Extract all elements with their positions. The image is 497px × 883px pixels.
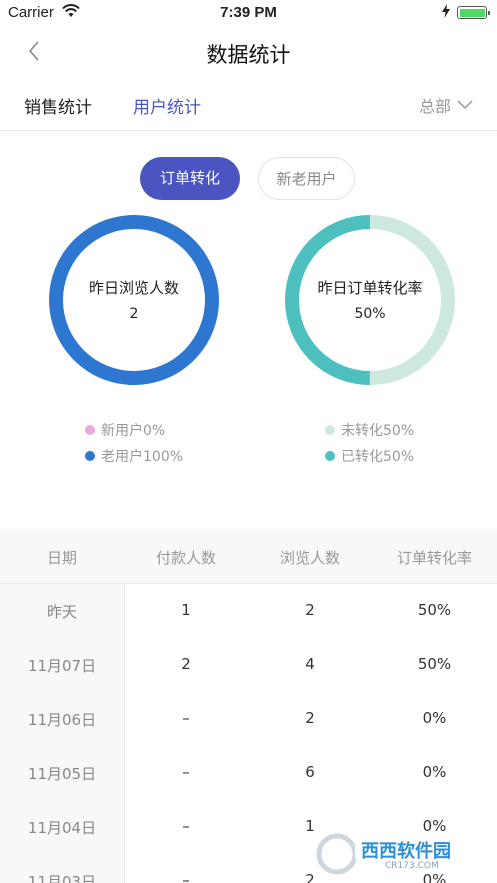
cell-date: 11月06日 xyxy=(27,711,97,729)
cell-date: 11月07日 xyxy=(27,657,97,675)
table-row: 11月06日 – 2 0% xyxy=(0,692,497,746)
header-paying-users: 付款人数 xyxy=(155,549,216,567)
cell-paying-users: – xyxy=(182,763,190,781)
cell-paying-users: – xyxy=(182,871,190,883)
cell-visitors: 2 xyxy=(305,601,315,619)
cell-paying-users: 2 xyxy=(181,655,191,673)
cell-visitors: 6 xyxy=(305,763,315,781)
cell-date: 11月03日 xyxy=(27,873,97,883)
cell-conversion-rate: 50% xyxy=(417,655,452,673)
cell-conversion-rate: 0% xyxy=(422,763,447,781)
cell-visitors: 2 xyxy=(305,709,315,727)
table-row: 11月07日 2 4 50% xyxy=(0,638,497,692)
header-date: 日期 xyxy=(46,549,77,567)
donut-value: 50% xyxy=(354,306,386,322)
cell-visitors: 4 xyxy=(305,655,315,673)
watermark-logo: 西西软件园 CR173.COM xyxy=(315,831,483,877)
watermark-text: 西西软件园 xyxy=(361,841,451,862)
new-old-users-toggle[interactable]: 新老用户 xyxy=(258,157,355,200)
table-row: 昨天 1 2 50% xyxy=(0,584,497,638)
conversion-donut-chart: 昨日订单转化率 50% xyxy=(285,215,455,385)
legend-not-converted: 未转化50% xyxy=(325,420,414,440)
watermark-subtext: CR173.COM xyxy=(385,861,439,871)
order-conversion-toggle[interactable]: 订单转化 xyxy=(140,157,240,200)
charging-icon xyxy=(442,4,450,22)
nav-bar: 数据统计 xyxy=(0,26,497,76)
cell-conversion-rate: 50% xyxy=(417,601,452,619)
legend-converted: 已转化50% xyxy=(325,446,414,466)
battery-icon xyxy=(457,6,490,19)
cell-paying-users: – xyxy=(182,709,190,727)
back-button[interactable] xyxy=(22,38,48,64)
donut-segment-1 xyxy=(49,215,219,385)
cell-conversion-rate: 0% xyxy=(422,709,447,727)
legend-label: 老用户100% xyxy=(101,449,184,465)
donut-segments xyxy=(49,215,219,385)
legend-label: 未转化50% xyxy=(341,423,415,439)
legend-dot xyxy=(85,451,95,461)
legend-old-users: 老用户100% xyxy=(85,446,183,466)
page-title: 数据统计 xyxy=(206,43,291,67)
status-bar: Carrier 7:39 PM xyxy=(0,0,497,26)
cell-date: 昨天 xyxy=(46,603,77,621)
legend-dot xyxy=(325,425,335,435)
legend-label: 已转化50% xyxy=(341,449,415,465)
donut-title: 昨日浏览人数 xyxy=(88,279,179,297)
chevron-left-icon xyxy=(28,41,39,61)
table-row: 11月05日 – 6 0% xyxy=(0,746,497,800)
cell-paying-users: 1 xyxy=(181,601,191,619)
legend-dot xyxy=(325,451,335,461)
tab-bar: 销售统计 用户统计 总部 xyxy=(0,80,497,131)
tab-sales-stats[interactable]: 销售统计 xyxy=(24,93,92,118)
legend-dot xyxy=(85,425,95,435)
cell-paying-users: – xyxy=(182,817,190,835)
table-header: 日期 付款人数 浏览人数 订单转化率 xyxy=(0,529,497,584)
legend-label: 新用户0% xyxy=(101,423,166,439)
stats-table: 日期 付款人数 浏览人数 订单转化率 昨天 1 2 50% 11月07日 2 4 50% 11月… xyxy=(0,529,497,883)
chevron-down-icon xyxy=(457,100,473,110)
header-conversion-rate: 订单转化率 xyxy=(396,549,472,567)
donut-segments xyxy=(285,215,455,385)
region-value: 总部 xyxy=(418,97,451,116)
donut-title: 昨日订单转化率 xyxy=(317,279,423,297)
tab-user-stats[interactable]: 用户统计 xyxy=(133,93,201,118)
cell-date: 11月04日 xyxy=(27,819,97,837)
cell-date: 11月05日 xyxy=(27,765,97,783)
visitors-donut-chart: 昨日浏览人数 2 xyxy=(49,215,219,385)
donut-value: 2 xyxy=(129,306,139,322)
legend-new-users: 新用户0% xyxy=(85,420,165,440)
region-select[interactable]: 总部 xyxy=(419,93,473,117)
header-visitors: 浏览人数 xyxy=(279,549,340,567)
clock: 7:39 PM xyxy=(220,4,277,21)
